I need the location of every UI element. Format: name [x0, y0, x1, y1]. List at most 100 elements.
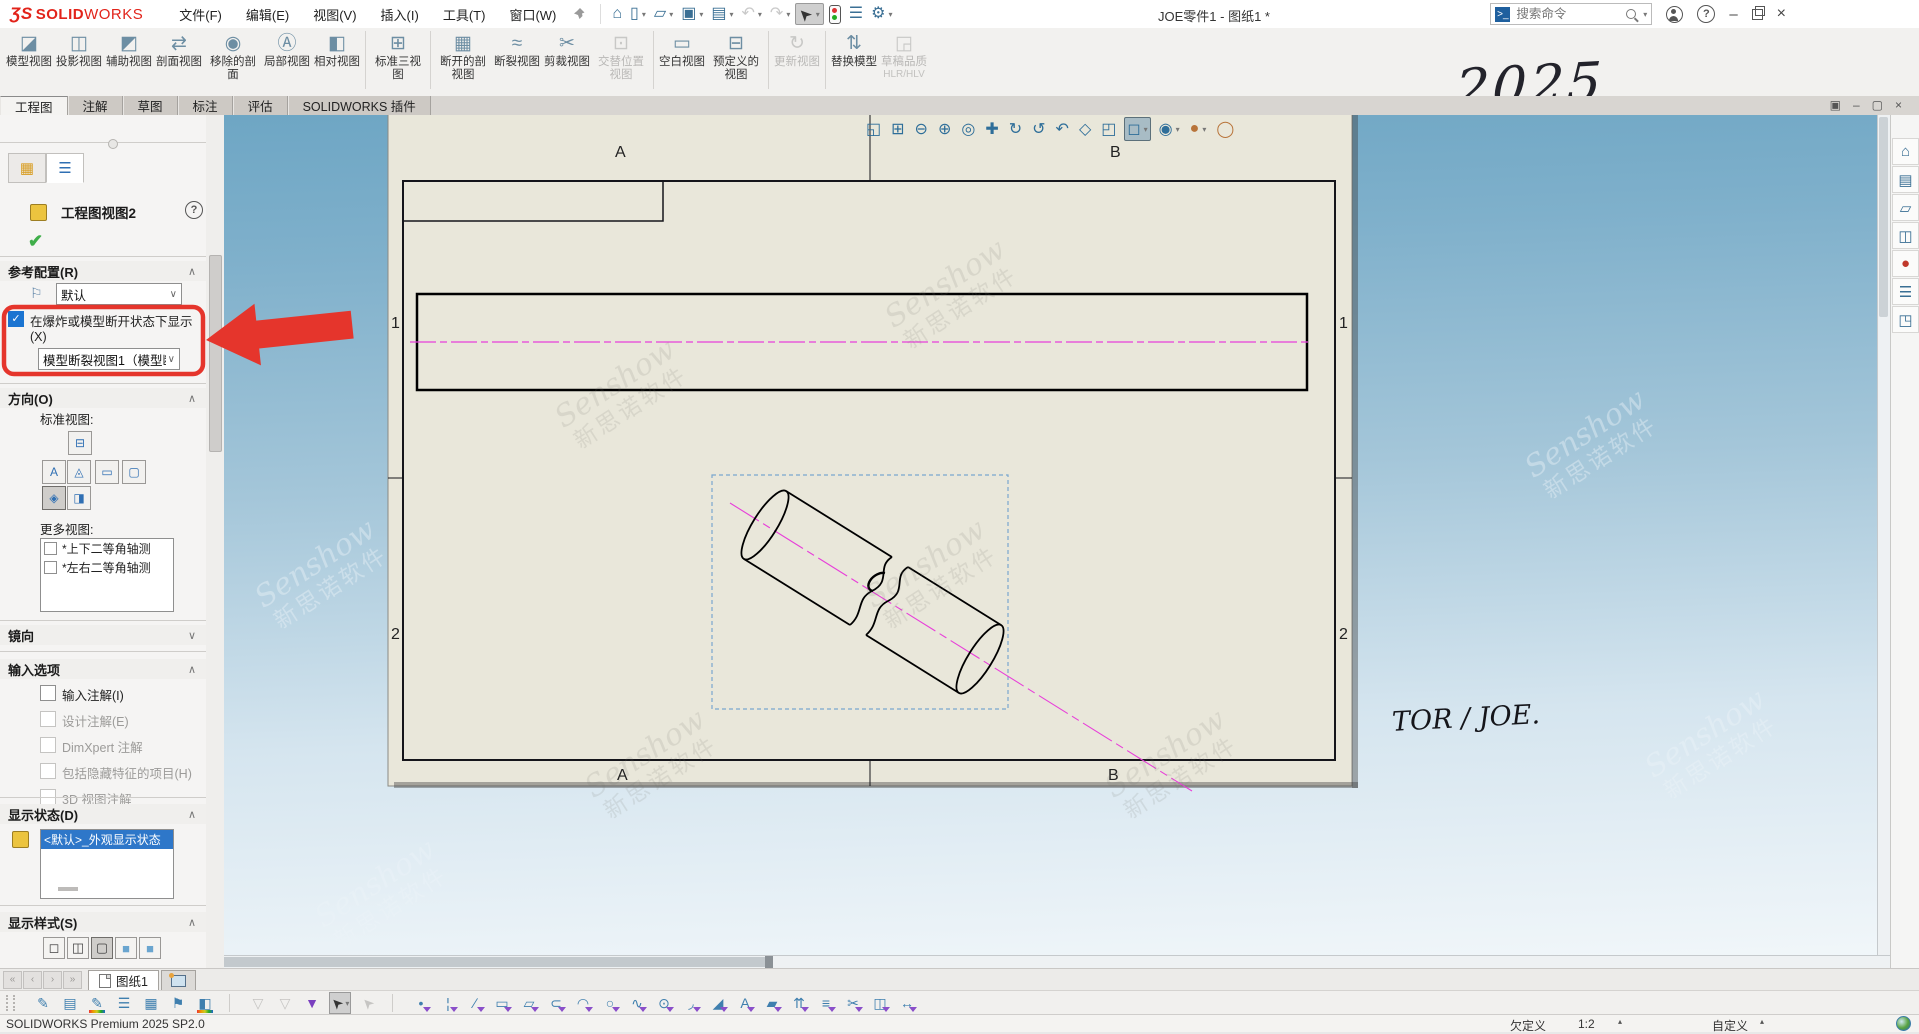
text-icon[interactable]: A [735, 993, 755, 1013]
lasso-select-icon[interactable]: ➤▾ [358, 993, 378, 1013]
wireframe-style-button[interactable]: ◻ [43, 937, 65, 959]
pane-splitter[interactable] [765, 956, 773, 968]
checkbox-icon[interactable] [40, 763, 56, 779]
collapse-icon[interactable]: ∧ [188, 265, 196, 278]
import-option-checkbox[interactable]: 输入注解(I) [40, 685, 192, 704]
broken-out-section-button[interactable]: ▦ 断开的剖视图 [434, 31, 492, 83]
undo-icon[interactable]: ↶ ▾ [738, 4, 764, 24]
account-icon[interactable] [1666, 6, 1683, 23]
exploded-state-checkbox-row[interactable]: ✓ 在爆炸或模型断开状态下显示(X) [8, 311, 198, 344]
checkbox-checked-icon[interactable]: ✓ [8, 311, 24, 327]
line-thickness-icon[interactable]: ☰ [114, 993, 134, 1013]
sheet-tab-active[interactable]: 图纸1 [88, 970, 159, 991]
minimize-window-icon[interactable]: – [1729, 6, 1737, 23]
custom-properties-icon[interactable]: ☰ [1892, 278, 1919, 305]
import-option-checkbox[interactable]: DimXpert 注解 [40, 737, 192, 756]
select-arrow-icon[interactable]: ➤ ▾ [795, 3, 823, 25]
line-icon[interactable]: ∕ [465, 993, 485, 1013]
close-document-icon[interactable]: × [1895, 98, 1902, 112]
break-view-select[interactable]: 模型断裂视图1（模型断∨ [38, 348, 180, 370]
horizontal-scrollbar-thumb[interactable] [224, 957, 765, 967]
color-display-mode-icon[interactable]: ◧ [195, 993, 215, 1013]
zoom-to-area-icon[interactable]: ⊞ ▾ [889, 118, 906, 140]
section-display-state[interactable]: 显示状态(D)∧ [0, 804, 206, 824]
menu-item[interactable]: 窗口(W) [499, 1, 566, 28]
projected-view-button[interactable]: ◫ 投影视图 [54, 31, 104, 70]
view-palette-icon[interactable]: ◫ [1892, 222, 1919, 249]
edit-appearance-icon[interactable]: ● ▾ [1188, 119, 1209, 139]
restore-window-icon[interactable] [1752, 9, 1763, 20]
appearances-scenes-icon[interactable]: ● [1892, 250, 1919, 277]
pm-help-icon[interactable]: ? [185, 201, 203, 219]
menu-item[interactable]: 插入(I) [371, 1, 429, 28]
model-view-button[interactable]: ◪ 模型视图 [4, 31, 54, 70]
display-state-item[interactable]: <默认>_外观显示状态 [41, 830, 173, 849]
sheet-paper[interactable] [388, 115, 1352, 786]
relative-view-button[interactable]: ◧ 相对视图 [312, 31, 362, 70]
search-icon[interactable] [1626, 9, 1636, 19]
break-view-button[interactable]: ≈ 断裂视图 [492, 31, 542, 70]
close-window-icon[interactable]: × [1777, 5, 1786, 23]
parallelogram-icon[interactable]: ▱ [519, 993, 539, 1013]
rebuild-traffic-light-icon[interactable]: ▾ [826, 3, 844, 26]
section-import-options[interactable]: 输入选项∧ [0, 659, 206, 679]
straight-slot-icon[interactable]: ⊂ [546, 993, 566, 1013]
circle-icon[interactable]: ○ [600, 993, 620, 1013]
first-sheet-icon[interactable]: « [3, 971, 22, 989]
home-icon[interactable]: ⌂ [1892, 138, 1919, 165]
last-sheet-icon[interactable]: » [63, 971, 82, 989]
menu-item[interactable]: 视图(V) [303, 1, 366, 28]
sketch-chamfer-icon[interactable]: ◢ [708, 993, 728, 1013]
print-icon[interactable]: ▤ ▾ [708, 4, 736, 24]
panel-scrollbar-thumb[interactable] [209, 255, 222, 452]
top-view-button[interactable]: ⊟ [68, 431, 92, 455]
update-view-button[interactable]: ↻ 更新视图 [772, 31, 822, 70]
rotate-view-icon[interactable]: ↺ ▾ [1030, 118, 1047, 140]
empty-view-button[interactable]: ▭ 空白视图 [657, 31, 707, 70]
more-views-item[interactable]: *左右二等角轴测 [41, 558, 173, 577]
command-tab[interactable]: 标注 [178, 96, 233, 115]
add-sheet-tab[interactable] [161, 970, 196, 991]
line-color-icon[interactable]: ✎ [87, 993, 107, 1013]
select-arrow-icon[interactable]: ➤▾ [329, 992, 351, 1014]
restore-document-icon[interactable]: ▢ [1872, 98, 1883, 112]
display-style-icon[interactable]: ◻ ▾ [1124, 117, 1150, 141]
pan-icon[interactable]: ✚ ▾ [983, 118, 1000, 140]
import-option-checkbox[interactable]: 包括隐藏特征的项目(H) [40, 763, 192, 782]
checkbox-icon[interactable] [44, 561, 57, 574]
zoom-to-selection-icon[interactable]: ⊕ ▾ [936, 118, 953, 140]
configuration-select[interactable]: 默认∨ [56, 283, 182, 305]
magnifying-glass-icon[interactable]: ◎ ▾ [959, 118, 977, 140]
section-mirror[interactable]: 镜向∨ [0, 625, 206, 645]
command-tab[interactable]: 工程图 [0, 96, 68, 115]
help-icon[interactable]: ? [1697, 5, 1715, 23]
zoom-to-fit-icon[interactable]: ◱ ▾ [864, 118, 883, 140]
filter-edges-icon[interactable]: ▽▾ [275, 993, 295, 1013]
search-input[interactable] [1514, 6, 1622, 22]
file-properties-icon[interactable]: ☰ ▾ [846, 4, 866, 24]
checkbox-icon[interactable] [40, 685, 56, 701]
view-orientation-icon[interactable]: ◰ ▾ [1099, 118, 1118, 140]
trim-entities-icon[interactable]: ✂ [843, 993, 863, 1013]
language-globe-icon[interactable] [1896, 1016, 1911, 1031]
plane-icon[interactable]: ▰ [762, 993, 782, 1013]
cascade-windows-icon[interactable]: ▣ [1830, 98, 1841, 112]
zoom-in-out-icon[interactable]: ⊖ ▾ [913, 118, 930, 140]
replace-model-button[interactable]: ⇅ 替换模型 [829, 31, 879, 70]
layer-properties-icon[interactable]: ▤ [60, 993, 80, 1013]
horizontal-scrollbar[interactable] [224, 955, 1890, 968]
shaded-with-edges-button[interactable]: ■ [115, 937, 137, 959]
three-point-arc-icon[interactable]: ◠ [573, 993, 593, 1013]
shaded-style-button[interactable]: ■ [139, 937, 161, 959]
save-icon[interactable]: ▣ ▾ [678, 4, 706, 24]
right-view-button[interactable]: ▭ [95, 460, 119, 484]
removed-section-button[interactable]: ◉ 移除的剖面 [204, 31, 262, 83]
predefined-view-button[interactable]: ⊟ 预定义的视图 [707, 31, 765, 83]
ok-checkmark-icon[interactable]: ✔ [28, 231, 43, 252]
file-explorer-icon[interactable]: ▱ [1892, 194, 1919, 221]
front-view-button[interactable]: A [42, 460, 66, 484]
menu-item[interactable]: 文件(F) [169, 1, 232, 28]
more-views-item[interactable]: *上下二等角轴测 [41, 539, 173, 558]
hide-show-edges-icon[interactable]: ⚑ [168, 993, 188, 1013]
centerline-icon[interactable]: ¦ [438, 993, 458, 1013]
